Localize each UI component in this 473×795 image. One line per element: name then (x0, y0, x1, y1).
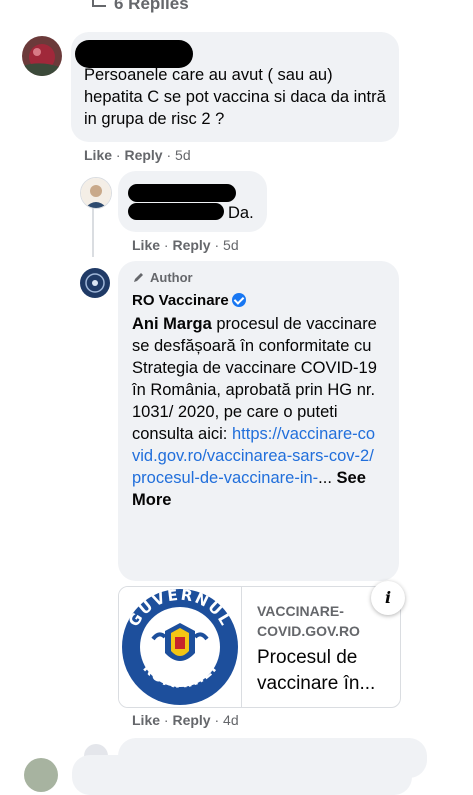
avatar-commenter-1[interactable] (22, 36, 62, 76)
timestamp[interactable]: 4d (223, 712, 239, 728)
comment-text-1: Persoanele care au avut ( sau au) hepati… (84, 66, 386, 128)
timestamp[interactable]: 5d (223, 237, 239, 253)
preview-title: Procesul de vaccinare în... (257, 647, 376, 694)
info-icon[interactable]: i (371, 581, 405, 615)
preview-image: GUVERNUL ROMÂNIEI (119, 587, 242, 707)
thread-line (92, 207, 94, 257)
comment-bubble-next-2 (72, 755, 412, 795)
verified-badge-icon (231, 293, 246, 307)
like-button[interactable]: Like (132, 712, 160, 728)
comment-actions-2: Like · Reply · 5d (132, 237, 239, 253)
preview-domain: VACCINARE-COVID.GOV.RO (257, 603, 360, 639)
like-button[interactable]: Like (84, 147, 112, 163)
reply-button[interactable]: Reply (172, 237, 210, 253)
timestamp[interactable]: 5d (175, 147, 191, 163)
reply-arrow-icon (92, 0, 106, 7)
mention-link[interactable]: Ani Marga (132, 315, 212, 333)
view-replies-link[interactable]: 6 Replies (92, 0, 189, 14)
guvernul-romaniei-seal-icon: GUVERNUL ROMÂNIEI (122, 587, 238, 705)
redacted-text (128, 203, 224, 220)
like-button[interactable]: Like (132, 237, 160, 253)
author-name[interactable]: RO Vaccinare (132, 290, 246, 312)
avatar-ro-vaccinare[interactable] (80, 268, 110, 298)
link-preview-card[interactable]: GUVERNUL ROMÂNIEI VACCINARE-COVID.GOV.RO… (118, 586, 401, 708)
reply-button[interactable]: Reply (172, 712, 210, 728)
pen-icon (134, 273, 143, 282)
comment-text-2: Da. (228, 204, 254, 222)
reply-button[interactable]: Reply (124, 147, 162, 163)
comment-actions-3: Like · Reply · 4d (132, 712, 239, 728)
comment-text-3: Ani Marga procesul de vaccinare se desfă… (132, 315, 377, 509)
author-badge: Author (132, 270, 193, 285)
redacted-name (128, 184, 236, 202)
avatar-image (81, 178, 111, 208)
avatar-image (80, 268, 110, 298)
comment-actions-1: Like · Reply · 5d (84, 147, 191, 163)
avatar-commenter-2[interactable] (80, 177, 112, 209)
avatar-next-comment[interactable] (24, 758, 58, 792)
avatar-image (22, 36, 62, 76)
